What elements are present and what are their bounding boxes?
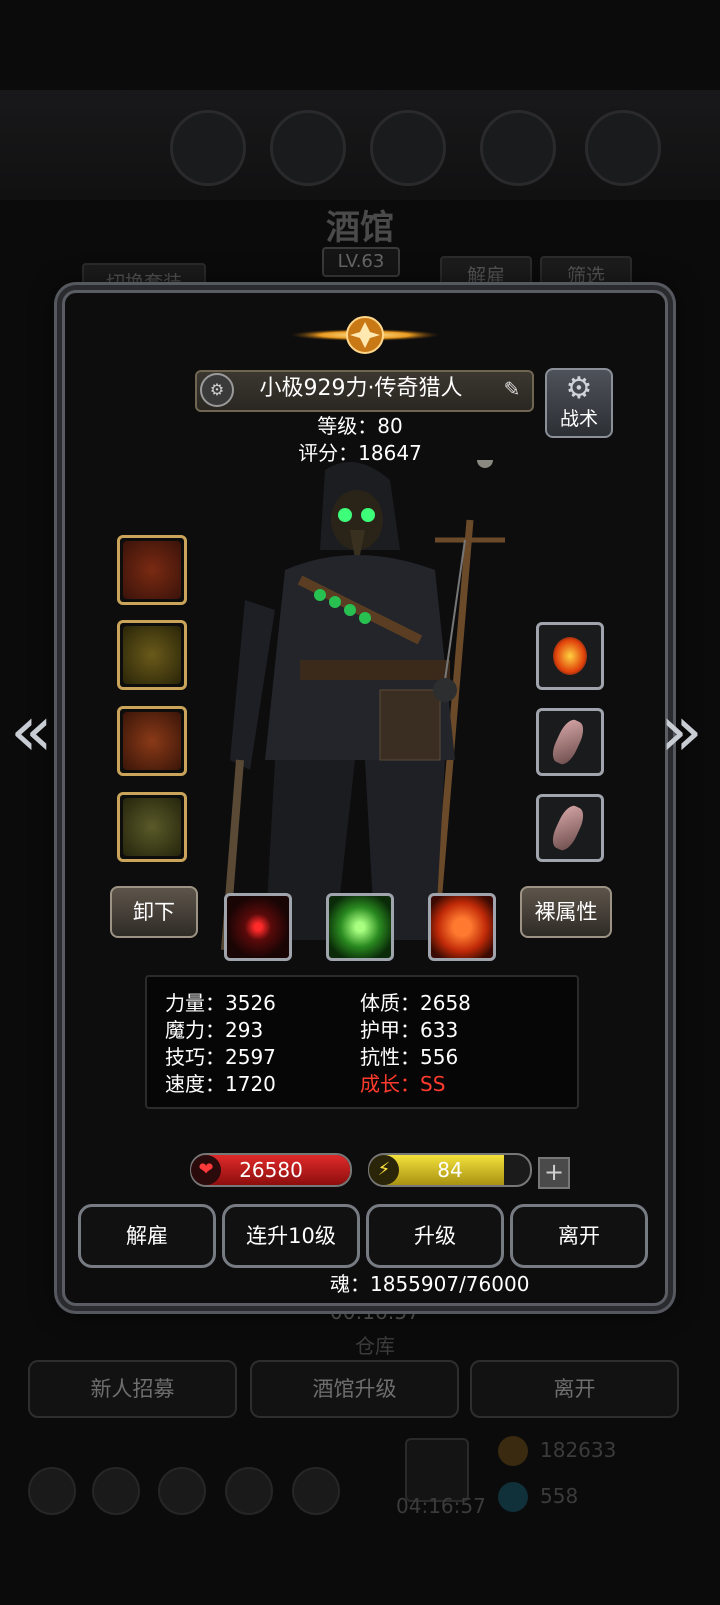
next-hero-arrow-icon[interactable]: » — [660, 690, 703, 772]
green-skull-skill-icon[interactable] — [326, 893, 394, 961]
gold-value: 182633 — [540, 1438, 617, 1462]
bottom-nav-icon[interactable] — [28, 1467, 76, 1515]
shield-amulet-icon — [123, 798, 181, 856]
hero-level: 等级：80 — [317, 414, 403, 438]
fire-rune-icon — [553, 637, 587, 675]
constitution-stat: 体质：2658 — [360, 991, 471, 1015]
background-leave-button[interactable]: 离开 — [470, 1360, 679, 1418]
accessory-slot[interactable] — [117, 792, 187, 862]
gold-coin-icon — [498, 1436, 528, 1466]
crosshair-skill-icon[interactable] — [224, 893, 292, 961]
skill-stat: 技巧：2597 — [165, 1045, 276, 1069]
emblem-icon — [290, 316, 440, 354]
lightning-icon: ⚡ — [369, 1155, 399, 1185]
bottom-nav-icon[interactable] — [92, 1467, 140, 1515]
helmet-slot[interactable] — [117, 706, 187, 776]
armor-icon — [123, 626, 181, 684]
hero-name: 小极929力·传奇猎人 — [259, 376, 463, 401]
add-energy-button[interactable]: + — [538, 1157, 570, 1189]
weapon-slot[interactable] — [117, 535, 187, 605]
growth-stat: 成长：SS — [360, 1072, 446, 1096]
previous-hero-arrow-icon[interactable]: « — [10, 690, 53, 772]
background-level-badge: LV.63 — [322, 247, 400, 277]
rune-slot-feather-1[interactable] — [536, 708, 604, 776]
strength-stat: 力量：3526 — [165, 991, 276, 1015]
gem-icon — [498, 1482, 528, 1512]
background-menu-icon — [480, 110, 556, 186]
gear-icon: ⚙ — [565, 371, 593, 406]
tactics-label: 战术 — [559, 408, 598, 430]
tactics-button[interactable]: ⚙ 战术 — [545, 368, 613, 438]
dismiss-button[interactable]: 解雇 — [78, 1204, 216, 1268]
recruit-button[interactable]: 新人招募 — [28, 1360, 237, 1418]
base-attributes-button[interactable]: 裸属性 — [520, 886, 612, 938]
background-title: 酒馆 — [326, 208, 394, 248]
gift-box-icon[interactable] — [405, 1438, 469, 1502]
feather-icon — [548, 716, 588, 768]
soul-count: 魂：1855907/76000 — [330, 1272, 530, 1296]
background-menu-icon — [585, 110, 661, 186]
bottom-nav-icon[interactable] — [292, 1467, 340, 1515]
warehouse-label: 仓库 — [355, 1334, 395, 1358]
gem-value: 558 — [540, 1484, 579, 1508]
background-timer-2: 04:16:57 — [396, 1494, 486, 1518]
bottom-nav-icon[interactable] — [225, 1467, 273, 1515]
unequip-button[interactable]: 卸下 — [110, 886, 198, 938]
heal-cross-skill-icon[interactable] — [428, 893, 496, 961]
feather-icon — [548, 802, 588, 854]
bottom-nav-icon[interactable] — [158, 1467, 206, 1515]
resistance-stat: 抗性：556 — [360, 1045, 459, 1069]
edit-name-icon[interactable]: ✎ — [497, 374, 527, 404]
background-menu-icon — [170, 110, 246, 186]
upgrade-tavern-button[interactable]: 酒馆升级 — [250, 1360, 459, 1418]
leave-button[interactable]: 离开 — [510, 1204, 648, 1268]
levelup-10-button[interactable]: 连升10级 — [222, 1204, 360, 1268]
armor-stat: 护甲：633 — [360, 1018, 459, 1042]
gun-icon — [123, 541, 181, 599]
magic-stat: 魔力：293 — [165, 1018, 264, 1042]
background-menu-icon — [270, 110, 346, 186]
rune-slot-fire[interactable] — [536, 622, 604, 690]
attributes-right-column: 体质：2658 护甲：633 抗性：556 成长：SS — [360, 990, 560, 1098]
hero-character-art — [221, 460, 505, 951]
levelup-button[interactable]: 升级 — [366, 1204, 504, 1268]
background-menu-icon — [370, 110, 446, 186]
helmet-icon — [123, 712, 181, 770]
speed-stat: 速度：1720 — [165, 1072, 276, 1096]
rune-slot-feather-2[interactable] — [536, 794, 604, 862]
rank-badge-icon[interactable]: ⚙ — [200, 373, 234, 407]
attributes-left-column: 力量：3526 魔力：293 技巧：2597 速度：1720 — [165, 990, 345, 1098]
armor-slot[interactable] — [117, 620, 187, 690]
heart-icon: ❤ — [191, 1155, 221, 1185]
